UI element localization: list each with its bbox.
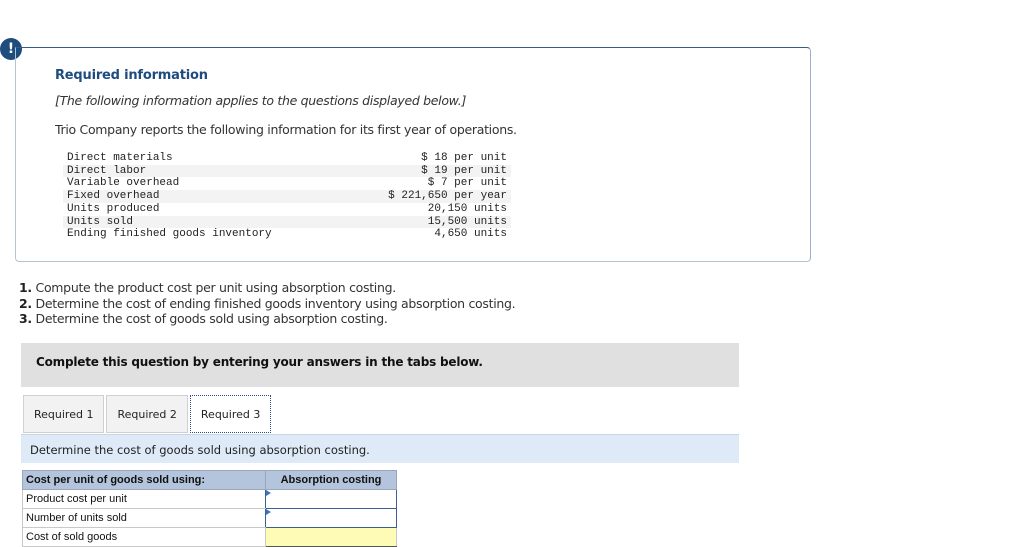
row-value: $ 18 per unit [421,152,507,164]
row-label: Units sold [63,215,344,229]
question-text: Determine the cost of goods sold using a… [31,311,388,326]
row-label: Direct materials [67,152,173,164]
row-value: $ 19 per unit [343,164,511,178]
header-absorption-costing: Absorption costing [265,470,397,490]
required-information-intro: Trio Company reports the following infor… [55,122,517,137]
answer-table: Cost per unit of goods sold using: Absor… [22,470,397,547]
instructions-banner: Complete this question by entering your … [21,343,739,387]
row-label: Product cost per unit [22,489,266,509]
row-label: Fixed overhead [63,190,344,203]
row-value: 15,500 units [343,215,511,229]
answer-table-header: Cost per unit of goods sold using: Absor… [22,470,397,490]
row-value: $ 7 per unit [427,177,507,190]
company-data-table: Direct materials $ 18 per unit Direct lab… [63,152,511,241]
instructions-banner-text: Complete this question by entering your … [36,355,483,369]
question-list: 1. Compute the product cost per unit usi… [19,280,516,327]
question-item: 1. Compute the product cost per unit usi… [19,280,515,296]
row-value: $ 221,650 per year [343,190,511,203]
table-row: Units sold 15,500 units [63,215,511,229]
row-label: Units produced [67,202,160,215]
tab-instruction-text: Determine the cost of goods sold using a… [30,443,370,457]
row-value: 20,150 units [427,202,507,215]
product-cost-per-unit-input[interactable] [266,490,396,508]
question-number: 1. [19,280,32,295]
row-label: Variable overhead [67,177,180,190]
units-sold-cell [265,508,397,528]
table-row: Product cost per unit [22,489,397,509]
row-label: Direct labor [63,164,344,178]
table-row: Ending finished goods inventory 4,650 uni… [63,228,511,241]
question-item: 2. Determine the cost of ending finished… [19,295,516,312]
row-label: Number of units sold [22,508,266,528]
required-information-title: Required information [55,68,208,83]
required-information-note: [The following information applies to th… [55,93,467,108]
table-row: Number of units sold [22,508,397,528]
cost-of-sold-goods-total [265,527,397,547]
question-number: 3. [19,311,32,326]
row-label: Cost of sold goods [22,527,266,547]
tab-instruction: Determine the cost of goods sold using a… [21,434,739,463]
question-number: 2. [19,295,32,311]
tab-required-2[interactable]: Required 2 [106,395,188,433]
table-row: Cost of sold goods [22,527,397,547]
table-row: Direct labor $ 19 per unit [63,164,511,178]
question-text: Determine the cost of ending finished go… [31,295,516,311]
required-tabs: Required 1 Required 2 Required 3 [23,395,273,434]
row-value: 4,650 units [434,228,507,241]
header-label: Cost per unit of goods sold using: [22,470,266,490]
tab-required-1[interactable]: Required 1 [23,395,105,433]
table-row: Fixed overhead $ 221,650 per year [63,190,511,203]
question-text: Compute the product cost per unit using … [31,280,397,295]
table-row: Direct materials $ 18 per unit [63,152,511,165]
table-row: Units produced 20,150 units [63,203,511,216]
row-label: Ending finished goods inventory [67,228,272,241]
table-row: Variable overhead $ 7 per unit [63,177,511,190]
question-item: 3. Determine the cost of goods sold usin… [19,311,515,327]
units-sold-input[interactable] [266,509,396,527]
product-cost-per-unit-cell [265,489,397,509]
tab-required-3[interactable]: Required 3 [189,395,272,433]
